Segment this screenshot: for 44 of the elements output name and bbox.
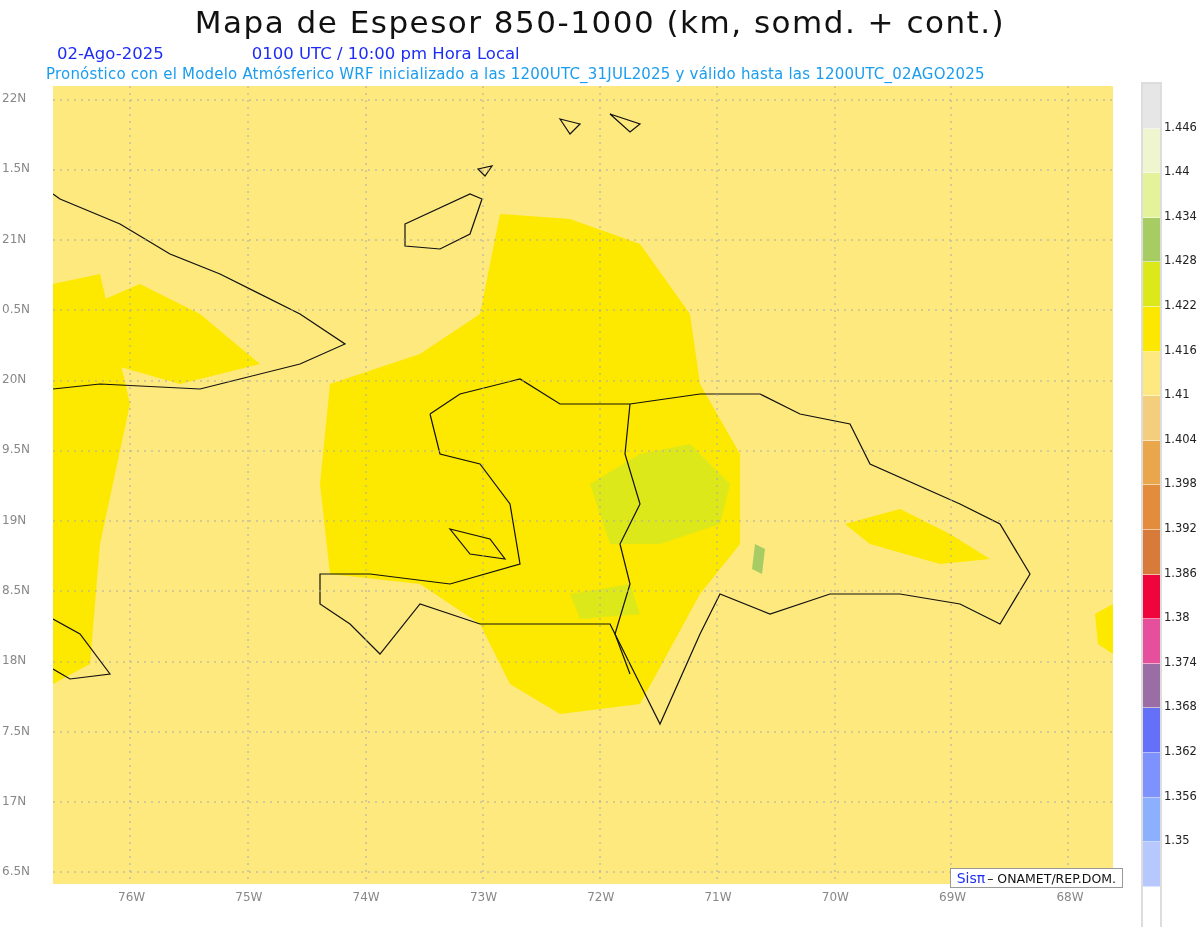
colorbar-label: 1.374 — [1164, 654, 1197, 671]
latitude-label: 21N — [1, 231, 28, 248]
colorbar-label: 1.446 — [1164, 119, 1197, 136]
map-title: Mapa de Espesor 850-1000 (km, somd. + cont.) — [194, 4, 1006, 40]
longitude-label: 75W — [235, 890, 264, 904]
credit-text: – ONAMET/REP.DOM. — [987, 871, 1116, 886]
longitude-label: 76W — [118, 890, 147, 904]
latitude-label: 0.5N — [1, 301, 32, 318]
colorbar-label: 1.44 — [1164, 164, 1191, 181]
colorbar-label: 1.404 — [1164, 431, 1197, 448]
colorbar-label: 1.368 — [1164, 699, 1197, 716]
latitude-label: 6.5N — [1, 864, 32, 881]
latitude-label: 17N — [1, 793, 28, 810]
latitude-label: 7.5N — [1, 723, 32, 740]
colorbar-label: 1.428 — [1164, 253, 1197, 270]
forecast-date: 02-Ago-2025 — [57, 44, 164, 64]
colorbar-label: 1.416 — [1164, 342, 1197, 359]
colorbar-label: 1.38 — [1164, 610, 1191, 627]
longitude-label: 71W — [704, 890, 733, 904]
longitude-label: 69W — [939, 890, 968, 904]
longitude-label: 70W — [821, 890, 850, 904]
forecast-subtitle: Pronóstico con el Modelo Atmósferico WRF inicializado a las 1200UTC_31JUL2025 y válido hasta las 1200UTC_02AGO2025 — [45, 64, 986, 84]
latitude-label: 1.5N — [1, 161, 32, 178]
credit-logo: Sisπ — [956, 870, 986, 886]
latitude-label: 19N — [1, 512, 28, 529]
colorbar-label: 1.356 — [1164, 788, 1197, 805]
longitude-label: 74W — [352, 890, 381, 904]
forecast-time: 0100 UTC / 10:00 pm Hora Local — [251, 44, 520, 64]
colorbar-label: 1.35 — [1164, 833, 1191, 850]
colorbar-label: 1.434 — [1164, 208, 1197, 225]
colorbar-label: 1.386 — [1164, 565, 1197, 582]
colorbar-label: 1.392 — [1164, 520, 1197, 537]
colorbar-label: 1.398 — [1164, 476, 1197, 493]
longitude-label: 68W — [1056, 890, 1084, 904]
colorbar-label: 1.362 — [1164, 743, 1197, 760]
latitude-label: 9.5N — [1, 442, 32, 459]
longitude-label: 72W — [587, 890, 616, 904]
latitude-label: 18N — [1, 653, 28, 670]
latitude-label: 8.5N — [1, 583, 32, 600]
longitude-label: 73W — [469, 890, 499, 904]
latitude-label: 22N — [1, 91, 28, 107]
colorbar-label: 1.422 — [1164, 297, 1197, 314]
colorbar-label: 1.41 — [1164, 387, 1191, 404]
latitude-label: 20N — [1, 372, 28, 389]
